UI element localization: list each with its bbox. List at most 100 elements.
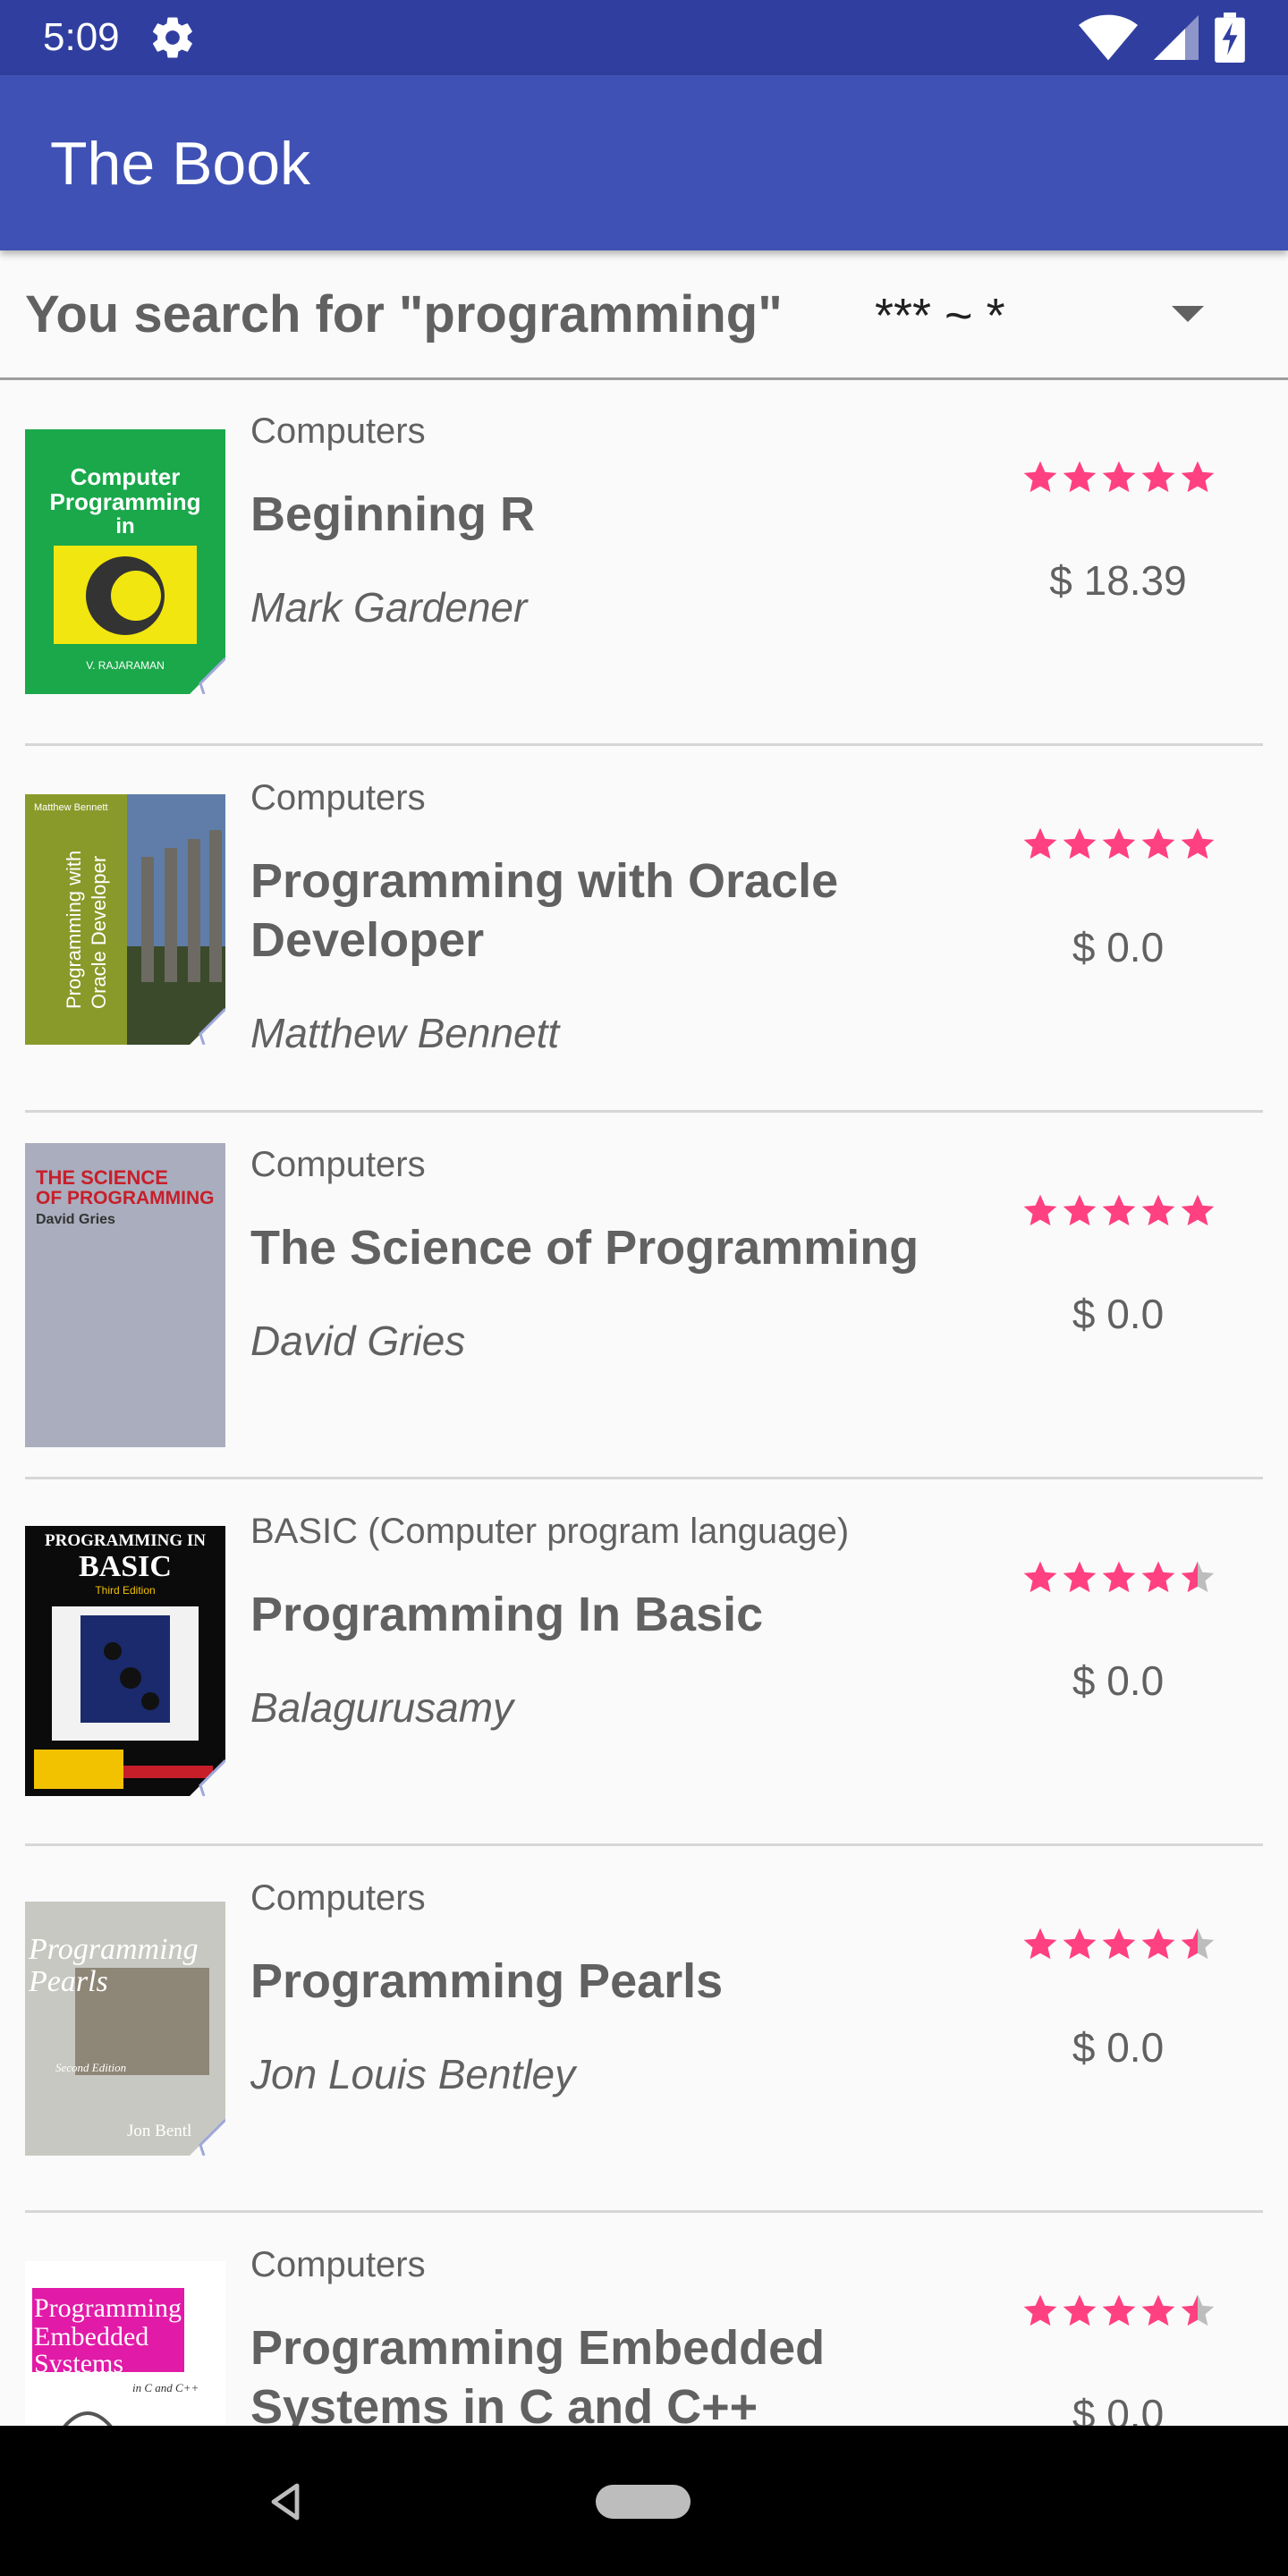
book-price: $ 18.39 [1049, 557, 1187, 604]
book-title: Beginning R [250, 487, 535, 541]
rating-filter-spinner[interactable]: *** ~ * [875, 288, 1005, 343]
list-item[interactable]: PROGRAMMING IN BASIC Third Edition BASIC… [0, 1479, 1288, 1846]
book-category: Computers [250, 2245, 426, 2284]
star-icon [1181, 1928, 1215, 1960]
book-list[interactable]: Computer Programming in V. RAJARAMAN Com… [0, 379, 1288, 2426]
status-bar: 5:09 [0, 0, 1288, 75]
book-author: David Gries [250, 1318, 466, 1364]
cover-text: Computer [71, 463, 181, 490]
book-category: BASIC (Computer program language) [250, 1512, 850, 1551]
rating-stars [1020, 825, 1218, 864]
star-icon [1063, 461, 1097, 493]
book-category: Computers [250, 1145, 426, 1184]
navigation-bar [0, 2426, 1288, 2576]
star-icon [1063, 1561, 1097, 1593]
cover-text: in C and C++ [132, 2381, 199, 2394]
cover-text: Programming [34, 2293, 182, 2323]
search-header: You search for "programming" *** ~ * [0, 250, 1288, 380]
cover-text: OF PROGRAMMING [36, 1188, 215, 1208]
star-icon [1102, 2294, 1136, 2326]
app-bar: The Book [0, 75, 1288, 250]
book-cover-image: PROGRAMMING IN BASIC Third Edition [25, 1526, 225, 1796]
book-title: Programming with Oracle Developer [250, 854, 839, 967]
cover-text: Programming with [63, 851, 85, 1009]
wifi-icon [1079, 14, 1138, 61]
book-cover-image: Programming Embedded Systems in C and C+… [25, 2261, 225, 2426]
cover-text: Matthew Bennett [34, 802, 108, 813]
cover-text: Second Edition [55, 2061, 126, 2074]
book-title: Programming Pearls [250, 1954, 724, 2008]
search-query-text: You search for "programming" [25, 285, 783, 343]
rating-stars [1020, 458, 1218, 497]
cover-text: Jon Bentl [127, 2122, 191, 2140]
book-cover-image: Matthew Bennett Programming with Oracle … [25, 794, 225, 1045]
book-cover-image: Computer Programming in V. RAJARAMAN [25, 429, 225, 694]
star-icon [1141, 1194, 1175, 1226]
star-icon [1181, 1561, 1215, 1593]
star-icon [1181, 1194, 1215, 1226]
rating-stars [1020, 1191, 1218, 1231]
book-category: Computers [250, 778, 426, 818]
star-icon [1102, 1561, 1136, 1593]
cover-text: Embedded [34, 2322, 148, 2351]
book-author: Mark Gardener [250, 584, 528, 631]
star-icon [1141, 827, 1175, 860]
star-icon [1063, 2294, 1097, 2326]
star-icon [1141, 2294, 1175, 2326]
book-cover-image: Programming Pearls Second Edition Jon Be… [25, 1902, 225, 2156]
cover-text: THE SCIENCE [36, 1166, 168, 1189]
list-item[interactable]: Programming Pearls Second Edition Jon Be… [0, 1846, 1288, 2213]
cover-text: Programming [28, 1933, 199, 1966]
book-author: Matthew Bennett [250, 1010, 560, 1056]
app-title: The Book [50, 130, 311, 198]
book-author: Jon Louis Bentley [250, 2051, 576, 2097]
star-icon [1141, 1928, 1175, 1960]
dropdown-arrow-icon[interactable] [1172, 306, 1204, 322]
star-icon [1023, 461, 1057, 493]
star-icon [1063, 1194, 1097, 1226]
cover-text: Third Edition [95, 1584, 155, 1597]
book-title: The Science of Programming [250, 1221, 919, 1275]
star-icon [1023, 1928, 1057, 1960]
cover-text: Pearls [28, 1965, 108, 1998]
rating-stars [1020, 2292, 1218, 2331]
star-icon [1181, 2294, 1215, 2326]
book-author: Balagurusamy [250, 1684, 514, 1731]
star-icon [1023, 1194, 1057, 1226]
home-pill-button[interactable] [596, 2485, 691, 2519]
list-item[interactable]: Computer Programming in V. RAJARAMAN Com… [0, 379, 1288, 746]
book-category: Computers [250, 411, 426, 451]
book-price: $ 0.0 [1072, 2391, 1165, 2426]
rating-stars [1020, 1558, 1218, 1597]
star-icon [1141, 1561, 1175, 1593]
book-title: Programming In Basic [250, 1588, 764, 1641]
book-title: Programming Embedded Systems in C and C+… [250, 2321, 826, 2426]
cover-text: in [115, 514, 134, 538]
star-icon [1102, 827, 1136, 860]
battery-icon [1215, 13, 1245, 63]
star-icon [1063, 1928, 1097, 1960]
status-icons [1079, 13, 1245, 63]
star-icon [1102, 461, 1136, 493]
star-icon [1063, 827, 1097, 860]
list-item[interactable]: Matthew Bennett Programming with Oracle … [0, 746, 1288, 1113]
star-icon [1023, 2294, 1057, 2326]
cover-text: Oracle Developer [88, 856, 110, 1009]
star-icon [1102, 1928, 1136, 1960]
cover-text: BASIC [79, 1550, 172, 1583]
list-item[interactable]: THE SCIENCE OF PROGRAMMING David Gries C… [0, 1113, 1288, 1479]
book-price: $ 0.0 [1072, 924, 1165, 970]
book-price: $ 0.0 [1072, 1657, 1165, 1704]
book-cover-image: THE SCIENCE OF PROGRAMMING David Gries [25, 1143, 225, 1447]
cell-signal-icon [1154, 15, 1199, 60]
settings-gear-icon [152, 17, 192, 58]
cover-text: David Gries [36, 1212, 115, 1227]
rating-stars [1020, 1925, 1218, 1964]
cover-text: PROGRAMMING IN [45, 1531, 206, 1550]
star-icon [1102, 1194, 1136, 1226]
book-price: $ 0.0 [1072, 1291, 1165, 1337]
book-price: $ 0.0 [1072, 2024, 1165, 2071]
back-icon[interactable] [265, 2479, 308, 2524]
cover-text: Programming [49, 488, 200, 515]
list-item[interactable]: Programming Embedded Systems in C and C+… [0, 2213, 1288, 2426]
